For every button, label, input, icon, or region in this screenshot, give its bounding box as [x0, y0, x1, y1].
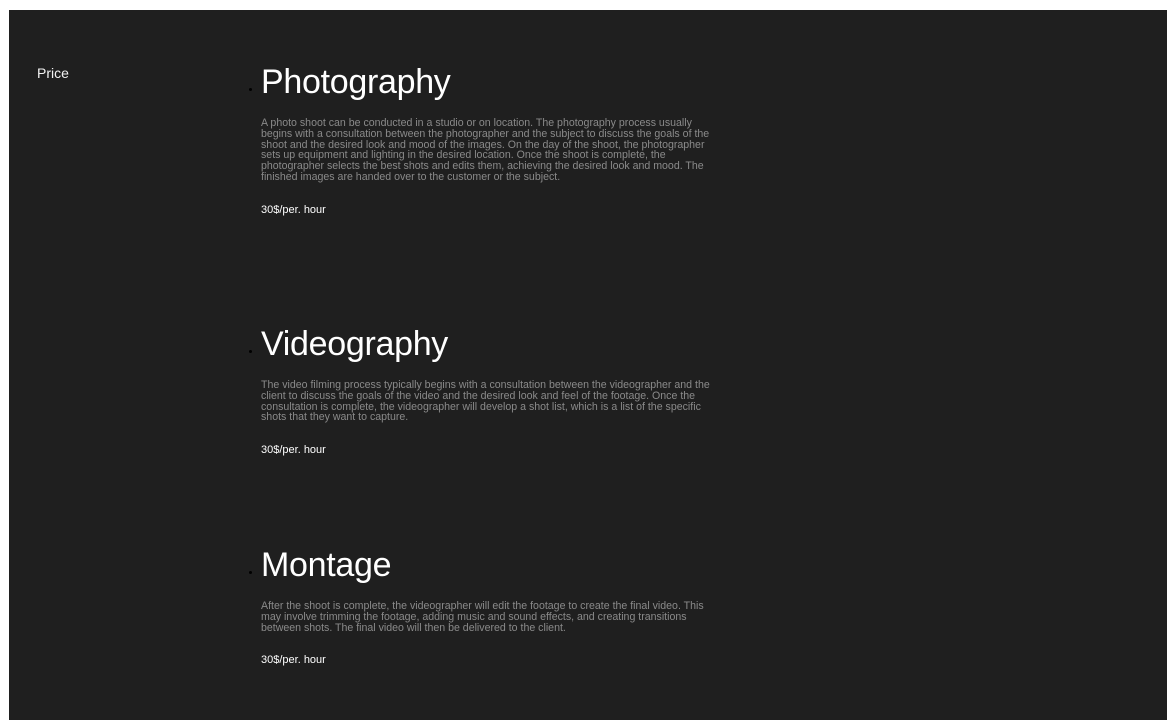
- service-title: Photography: [249, 62, 721, 102]
- service-description: After the shoot is complete, the videogr…: [261, 600, 704, 634]
- service-price: 30$/per. hour: [261, 654, 326, 667]
- service-description: A photo shoot can be conducted in a stud…: [261, 117, 710, 183]
- service-photography: Photography A photo shoot can be conduct…: [249, 62, 721, 216]
- service-title-text: Photography: [261, 63, 451, 101]
- page: Price Photography A photo shoot can be c…: [9, 10, 1167, 720]
- service-montage: Montage After the shoot is complete, the…: [249, 545, 721, 667]
- bullet-icon: [249, 88, 252, 91]
- price-nav-label: Price: [37, 65, 69, 81]
- service-title-text: Montage: [261, 546, 392, 584]
- bullet-icon: [249, 350, 252, 353]
- service-price: 30$/per. hour: [261, 203, 326, 216]
- service-title: Videography: [249, 324, 721, 364]
- service-title-text: Videography: [261, 325, 449, 363]
- service-title: Montage: [249, 545, 721, 585]
- bullet-icon: [249, 571, 252, 574]
- service-price: 30$/per. hour: [261, 444, 326, 457]
- service-description: The video filming process typically begi…: [261, 379, 710, 424]
- service-videography: Videography The video filming process ty…: [249, 324, 721, 457]
